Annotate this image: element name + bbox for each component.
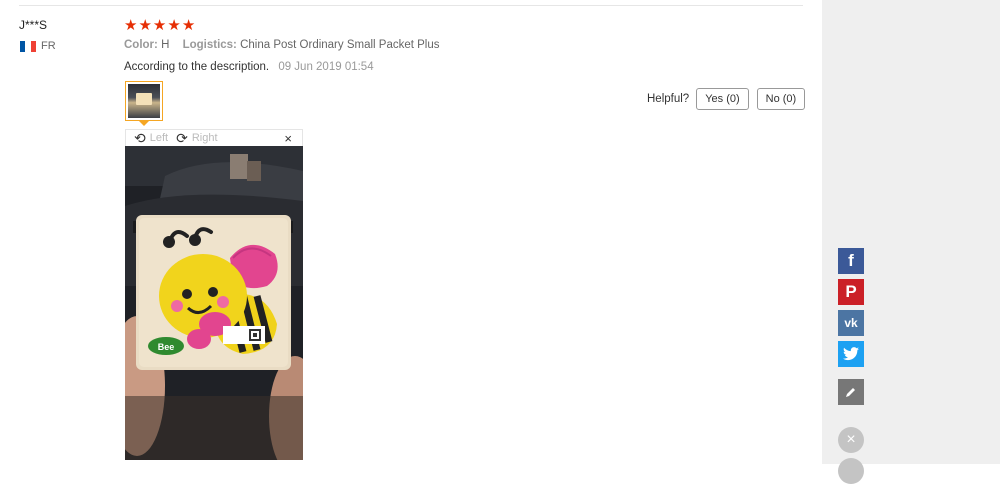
order-info: Color: H Logistics: China Post Ordinary … — [124, 39, 450, 51]
logistics-label: Logistics: — [182, 39, 237, 51]
helpful-no-button[interactable]: No (0) — [756, 88, 806, 110]
reviewer-name: J***S — [19, 18, 48, 32]
rotate-right-icon: ⟳ — [176, 130, 188, 146]
photo-thumbnail[interactable] — [125, 81, 163, 121]
bee-puzzle-photo: Bee — [125, 146, 303, 460]
thumbnail-image — [128, 84, 160, 118]
review-body: According to the description. 09 Jun 201… — [124, 61, 374, 73]
rotate-right-button[interactable]: ⟳ Right — [176, 131, 217, 145]
pinterest-share-button[interactable]: P — [838, 279, 864, 305]
star-icon: ★ — [138, 17, 152, 34]
helpful-yes-button[interactable]: Yes (0) — [696, 88, 749, 110]
helpful-section: Helpful? Yes (0) No (0) — [647, 88, 806, 110]
edit-button[interactable] — [838, 379, 864, 405]
color-label: Color: — [124, 39, 158, 51]
close-circle-icon: × — [846, 431, 856, 448]
puzzle-label: Bee — [158, 342, 175, 352]
review-date: 09 Jun 2019 01:54 — [278, 61, 374, 73]
france-flag-icon — [20, 40, 36, 52]
pencil-icon — [846, 388, 855, 397]
helpful-label: Helpful? — [647, 93, 690, 105]
facebook-icon: f — [848, 251, 854, 270]
rotate-left-label: Left — [149, 132, 169, 144]
vk-share-button[interactable]: vk — [838, 310, 864, 336]
star-icon: ★ — [152, 17, 167, 34]
star-icon: ★ — [181, 17, 196, 34]
pinterest-icon: P — [845, 282, 857, 301]
vk-icon: vk — [844, 316, 858, 330]
logistics-value: China Post Ordinary Small Packet Plus — [240, 39, 440, 51]
star-icon: ★ — [124, 17, 138, 34]
scroll-circle-button[interactable] — [838, 458, 864, 484]
image-viewer-toolbar: ⟲ Left ⟳ Right × — [125, 129, 303, 146]
thumbnail-caret-icon — [139, 121, 149, 126]
facebook-share-button[interactable]: f — [838, 248, 864, 274]
color-value: H — [161, 39, 170, 51]
close-circle-button[interactable]: × — [838, 427, 864, 453]
rotate-right-label: Right — [191, 132, 218, 144]
rotate-left-icon: ⟲ — [134, 130, 146, 146]
reviewer-country: FR — [20, 40, 56, 52]
review-text: According to the description. — [124, 61, 270, 73]
review-photo: Bee — [125, 146, 303, 460]
rotate-left-button[interactable]: ⟲ Left — [134, 131, 168, 145]
twitter-share-button[interactable] — [838, 341, 864, 367]
star-rating: ★ ★ ★ ★ ★ — [124, 18, 195, 34]
country-code: FR — [41, 40, 56, 52]
top-divider — [19, 5, 803, 6]
star-icon: ★ — [167, 17, 181, 34]
twitter-icon — [843, 347, 859, 361]
close-icon[interactable]: × — [284, 131, 292, 146]
